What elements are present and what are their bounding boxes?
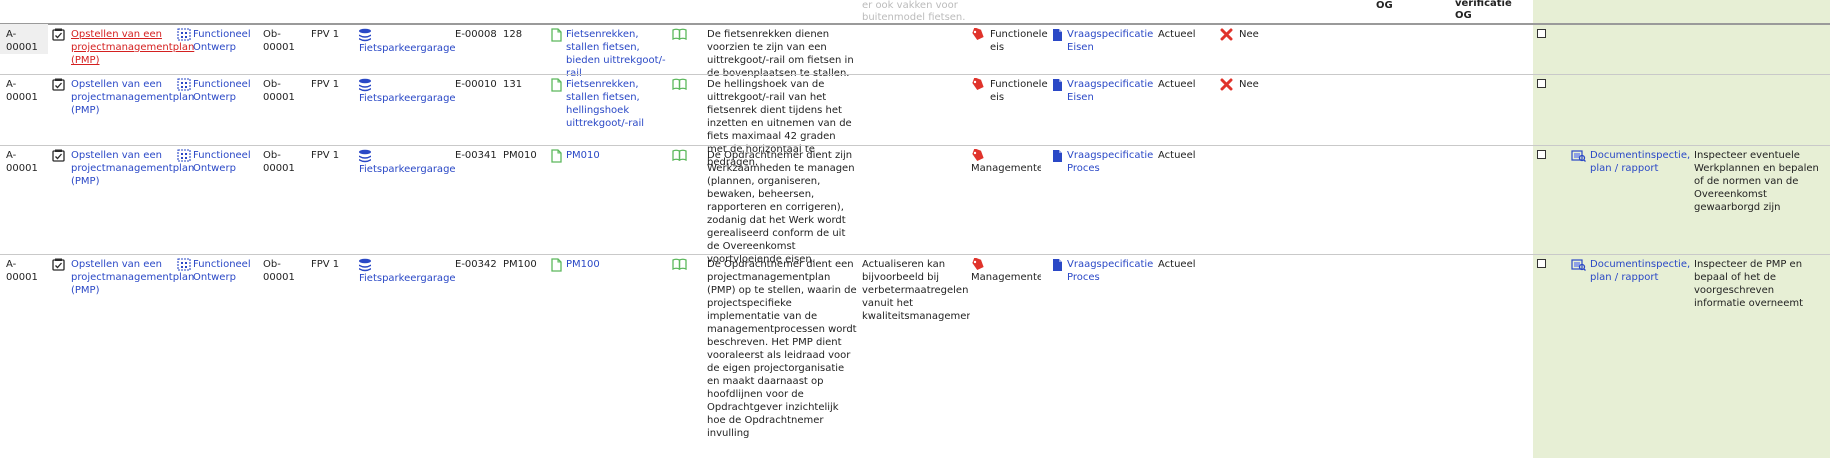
verification-checkbox[interactable] <box>1537 79 1546 88</box>
table-row[interactable]: A-00001 Opstellen van een projectmanagem… <box>0 145 1830 265</box>
location-link[interactable]: Fietsparkeergarage <box>359 42 459 55</box>
requirement-description: De Opdrachtnemer dient een projectmanage… <box>707 259 857 439</box>
document-icon <box>551 28 562 45</box>
flag-value: Nee <box>1239 79 1259 90</box>
file-icon <box>1052 258 1063 275</box>
table-row[interactable]: A-00001 Opstellen van een projectmanagem… <box>0 24 1830 79</box>
requirement-number: PM010 <box>503 150 537 161</box>
requirement-number: 131 <box>503 79 523 90</box>
object-id: Ob-00001 <box>263 79 295 103</box>
status: Actueel <box>1158 259 1196 270</box>
document-icon <box>551 78 562 95</box>
requirement-description: De Opdrachtnemer dient zijn Werkzaamhede… <box>707 150 855 265</box>
category: Functionele eis <box>990 29 1048 53</box>
verification-method-link[interactable]: Documentinspectie, plan / rapport <box>1590 258 1700 284</box>
status: Actueel <box>1158 79 1196 90</box>
requirement-id: E-00008 <box>455 29 497 40</box>
document-icon <box>551 149 562 166</box>
inspection-icon <box>1571 149 1586 165</box>
specification-link[interactable]: Vraagspecificatie Eisen <box>1067 28 1157 54</box>
header-og: OG <box>1376 0 1393 11</box>
verification-method-link[interactable]: Documentinspectie, plan / rapport <box>1590 149 1700 175</box>
category: Managementeis <box>971 163 1041 174</box>
tag-icon <box>971 27 985 45</box>
status: Actueel <box>1158 150 1196 161</box>
file-icon <box>1052 28 1063 45</box>
verification-checkbox[interactable] <box>1537 259 1546 268</box>
requirement-number: PM100 <box>503 259 537 270</box>
row-id: A-00001 <box>6 150 38 174</box>
checklist-icon <box>52 149 65 165</box>
diagram-icon <box>177 78 191 94</box>
verification-description: Inspecteer de PMP en bepaal of het de vo… <box>1694 259 1804 309</box>
phase: FPV 1 <box>311 259 340 270</box>
row-id: A-00001 <box>6 79 38 103</box>
diagram-icon <box>177 28 191 44</box>
requirement-link[interactable]: PM010 <box>566 149 666 162</box>
location-link[interactable]: Fietsparkeergarage <box>359 92 459 105</box>
requirement-id: E-00010 <box>455 79 497 90</box>
book-icon[interactable] <box>672 258 687 273</box>
checklist-icon <box>52 78 65 94</box>
prev-note-fragment: er ook vakken voor buitenmodel fietsen. <box>862 0 966 23</box>
cross-icon <box>1220 28 1233 44</box>
requirement-number: 128 <box>503 29 523 40</box>
book-icon[interactable] <box>672 149 687 164</box>
book-icon[interactable] <box>672 28 687 43</box>
requirement-description: De fietsenrekken dienen voorzien te zijn… <box>707 29 854 79</box>
specification-link[interactable]: Vraagspecificatie Proces <box>1067 149 1157 175</box>
specification-link[interactable]: Vraagspecificatie Proces <box>1067 258 1157 284</box>
file-icon <box>1052 78 1063 95</box>
phase: FPV 1 <box>311 29 340 40</box>
specification-link[interactable]: Vraagspecificatie Eisen <box>1067 78 1157 104</box>
requirement-note: Actualiseren kan bijvoorbeeld bij verbet… <box>862 259 970 322</box>
category: Functionele eis <box>990 79 1048 103</box>
requirement-link[interactable]: PM100 <box>566 258 666 271</box>
requirement-link[interactable]: Fietsenrekken, stallen fietsen, bieden u… <box>566 28 666 80</box>
diagram-icon <box>177 149 191 165</box>
row-id: A-00001 <box>6 259 38 283</box>
checklist-icon <box>52 258 65 274</box>
location-link[interactable]: Fietsparkeergarage <box>359 272 459 285</box>
location-link[interactable]: Fietsparkeergarage <box>359 163 459 176</box>
diagram-icon <box>177 258 191 274</box>
flag-value: Nee <box>1239 29 1259 40</box>
inspection-icon <box>1571 258 1586 274</box>
requirement-id: E-00341 <box>455 150 497 161</box>
book-icon[interactable] <box>672 78 687 93</box>
status: Actueel <box>1158 29 1196 40</box>
object-id: Ob-00001 <box>263 259 295 283</box>
verification-description: Inspecteer eventuele Werkplannen en bepa… <box>1694 150 1819 213</box>
object-id: Ob-00001 <box>263 150 295 174</box>
document-icon <box>551 258 562 275</box>
requirements-grid: er ook vakken voor buitenmodel fietsen. … <box>0 0 1830 458</box>
header-verification-og: verificatie OG <box>1455 0 1512 21</box>
phase: FPV 1 <box>311 150 340 161</box>
object-id: Ob-00001 <box>263 29 295 53</box>
verification-checkbox[interactable] <box>1537 150 1546 159</box>
tag-icon <box>971 77 985 95</box>
file-icon <box>1052 149 1063 166</box>
phase: FPV 1 <box>311 79 340 90</box>
cross-icon <box>1220 78 1233 94</box>
requirement-link[interactable]: Fietsenrekken, stallen fietsen, hellings… <box>566 78 666 130</box>
checklist-icon <box>52 28 65 44</box>
verification-checkbox[interactable] <box>1537 29 1546 38</box>
requirement-id: E-00342 <box>455 259 497 270</box>
row-id: A-00001 <box>0 24 48 54</box>
table-row[interactable]: A-00001 Opstellen van een projectmanagem… <box>0 254 1830 458</box>
category: Managementeis <box>971 272 1041 283</box>
table-row[interactable]: A-00001 Opstellen van een projectmanagem… <box>0 74 1830 168</box>
